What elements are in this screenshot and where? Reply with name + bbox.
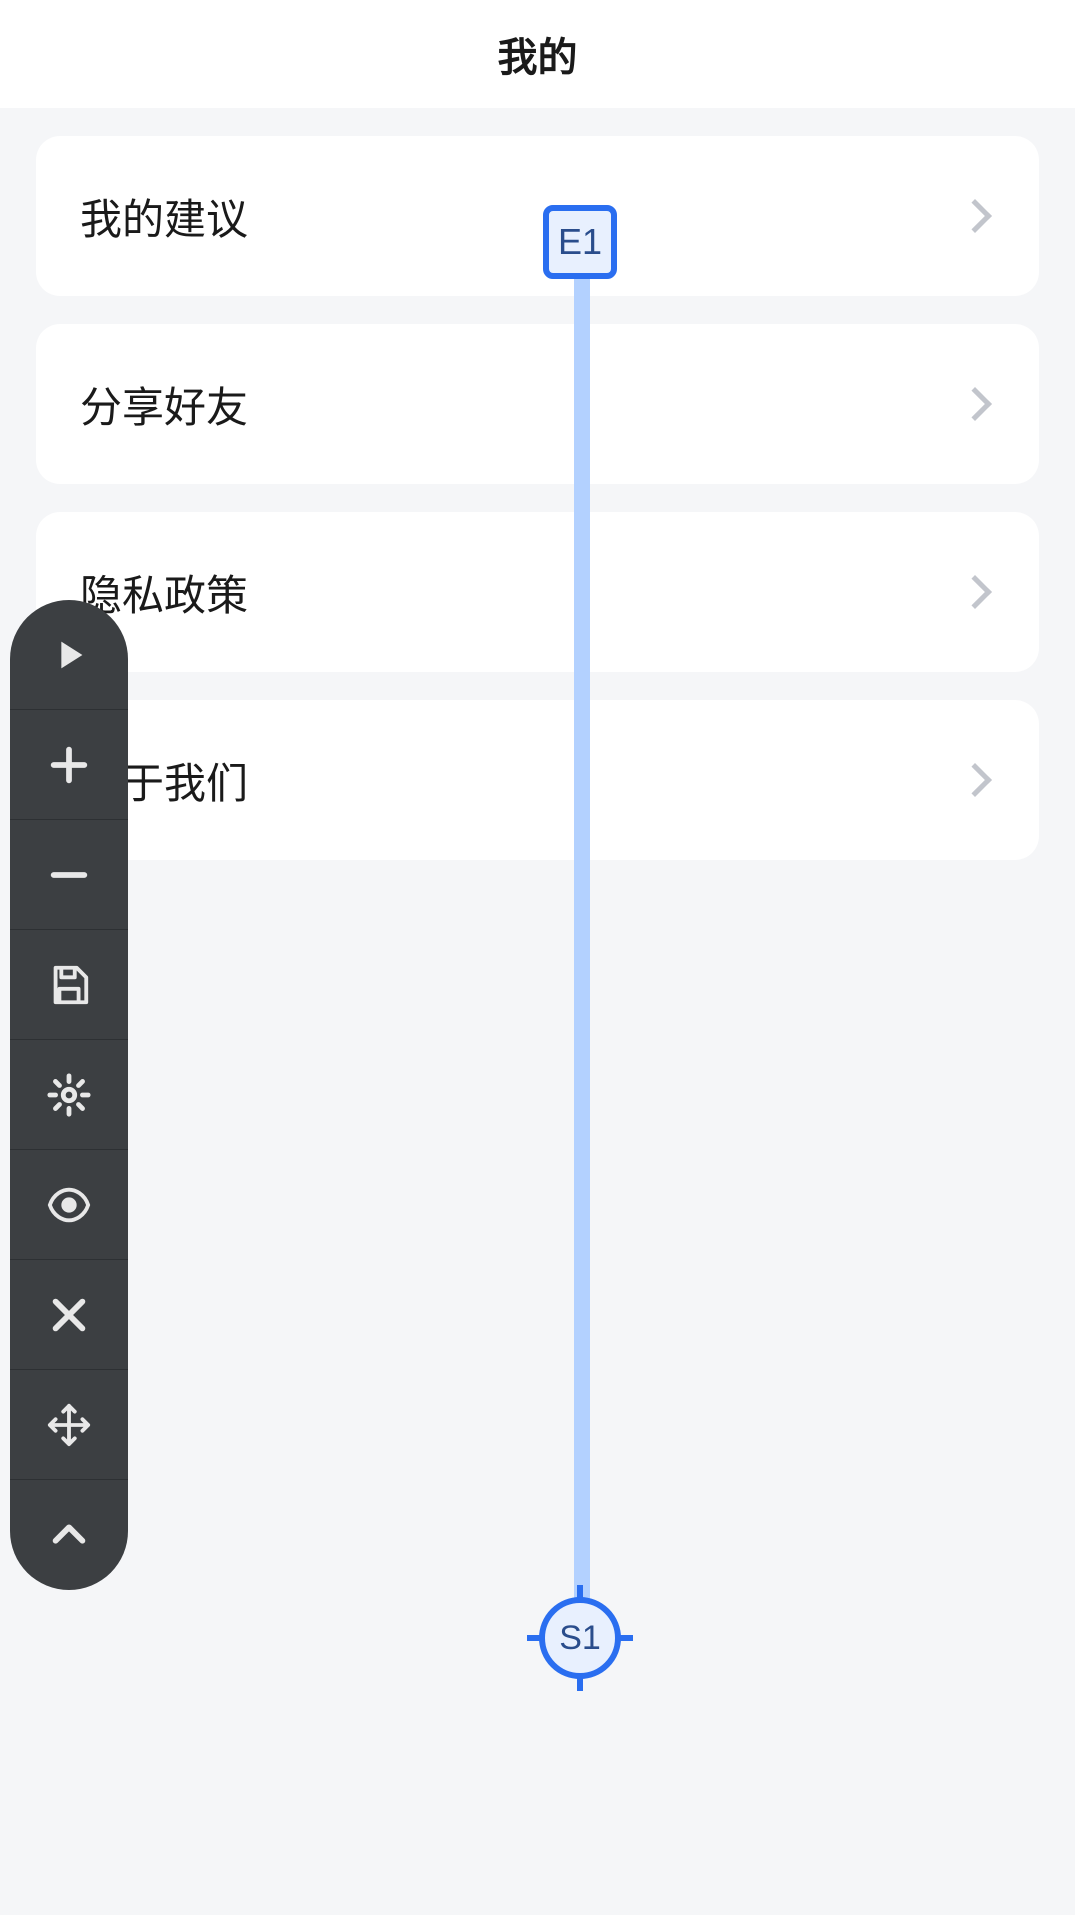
play-button[interactable] xyxy=(10,600,128,710)
chevron-right-icon xyxy=(958,387,992,421)
app-header: 我的 xyxy=(0,0,1075,108)
settings-list: 我的建议 分享好友 隐私政策 关于我们 xyxy=(0,108,1075,860)
move-icon xyxy=(46,1402,92,1448)
gesture-end-marker[interactable]: E1 xyxy=(543,205,617,279)
move-button[interactable] xyxy=(10,1370,128,1480)
gesture-start-marker[interactable]: S1 xyxy=(539,1597,621,1679)
menu-item-share-friends[interactable]: 分享好友 xyxy=(36,324,1039,484)
menu-item-privacy-policy[interactable]: 隐私政策 xyxy=(36,512,1039,672)
gesture-path-line xyxy=(574,268,590,1618)
menu-item-my-suggestions[interactable]: 我的建议 xyxy=(36,136,1039,296)
chevron-right-icon xyxy=(958,575,992,609)
page-title: 我的 xyxy=(498,25,578,83)
chevron-right-icon xyxy=(958,199,992,233)
menu-item-label: 分享好友 xyxy=(80,374,248,435)
gesture-end-label: E1 xyxy=(558,221,602,263)
chevron-right-icon xyxy=(958,763,992,797)
settings-button[interactable] xyxy=(10,1040,128,1150)
zoom-out-button[interactable] xyxy=(10,820,128,930)
plus-icon xyxy=(46,742,92,788)
close-icon xyxy=(46,1292,92,1338)
eye-icon xyxy=(46,1182,92,1228)
chevron-up-icon xyxy=(46,1512,92,1558)
crosshair-tick xyxy=(615,1635,633,1641)
menu-item-about-us[interactable]: 关于我们 xyxy=(36,700,1039,860)
crosshair-tick xyxy=(577,1673,583,1691)
close-button[interactable] xyxy=(10,1260,128,1370)
collapse-button[interactable] xyxy=(10,1480,128,1590)
zoom-in-button[interactable] xyxy=(10,710,128,820)
save-button[interactable] xyxy=(10,930,128,1040)
save-icon xyxy=(46,962,92,1008)
play-icon xyxy=(46,632,92,678)
gear-icon xyxy=(46,1072,92,1118)
gesture-start-label: S1 xyxy=(559,1619,601,1658)
crosshair-tick xyxy=(577,1585,583,1603)
floating-toolbar[interactable] xyxy=(10,600,128,1590)
visibility-button[interactable] xyxy=(10,1150,128,1260)
minus-icon xyxy=(46,852,92,898)
menu-item-label: 我的建议 xyxy=(80,186,248,247)
crosshair-tick xyxy=(527,1635,545,1641)
